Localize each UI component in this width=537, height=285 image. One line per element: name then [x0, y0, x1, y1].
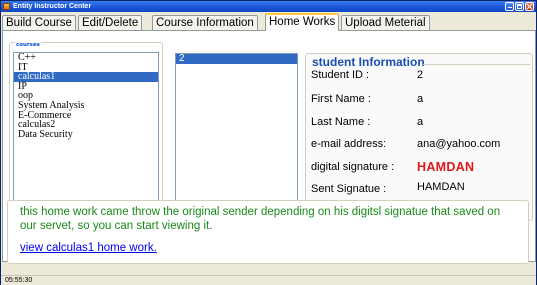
app-window: Entity Instructor Center Build Course Ed… — [0, 0, 537, 285]
list-item-selected[interactable]: 2 — [176, 54, 297, 64]
first-name-value: a — [417, 93, 424, 105]
email-label: e-mail address: — [311, 138, 387, 150]
last-name-label: Last Name : — [311, 116, 371, 128]
title-bar[interactable]: Entity Instructor Center — [1, 1, 536, 12]
tab-home-works[interactable]: Home Works — [265, 13, 340, 31]
last-name-value: a — [417, 116, 424, 128]
list-item[interactable]: Data Security — [14, 129, 158, 140]
minimize-icon — [508, 7, 512, 8]
sent-signature-value: HAMDAN — [417, 181, 465, 193]
courses-legend: courses — [15, 42, 41, 48]
app-icon — [3, 3, 10, 10]
tab-edit-delete[interactable]: Edit/Delete — [78, 15, 143, 30]
course-list[interactable]: C++ IT calculas1 IP oop System Analysis … — [13, 52, 159, 216]
list-item[interactable]: IP — [14, 81, 158, 92]
tab-course-information[interactable]: Course Information — [152, 15, 258, 30]
window-title: Entity Instructor Center — [13, 3, 92, 10]
close-button[interactable] — [525, 2, 534, 11]
divider — [423, 64, 530, 65]
status-time: 05:55:30 — [5, 277, 33, 284]
list-item-selected[interactable]: calculas1 — [14, 72, 158, 82]
tab-upload-material[interactable]: Upload Meterial — [341, 15, 430, 30]
digital-signature-label: digital signature : — [311, 161, 395, 173]
student-info-title: student Information — [312, 55, 425, 69]
verification-message: this home work came throw the original s… — [20, 206, 501, 232]
tab-build-course[interactable]: Build Course — [2, 15, 76, 30]
view-homework-link[interactable]: view calculas1 home work. — [20, 242, 157, 254]
minimize-button[interactable] — [505, 2, 514, 11]
status-bar: 05:55:30 — [1, 275, 536, 285]
student-id-list[interactable]: 2 — [175, 53, 298, 217]
close-icon — [526, 3, 533, 10]
maximize-button[interactable] — [515, 2, 524, 11]
email-value: ana@yahoo.com — [417, 138, 501, 150]
first-name-label: First Name : — [311, 93, 371, 105]
maximize-icon — [517, 4, 522, 9]
sent-signature-label: Sent Signatue : — [311, 183, 387, 195]
student-id-value: 2 — [417, 69, 424, 81]
list-item[interactable]: C++ — [14, 53, 158, 63]
student-id-label: Student ID : — [311, 69, 370, 81]
digital-signature-value: HAMDAN — [417, 160, 475, 174]
